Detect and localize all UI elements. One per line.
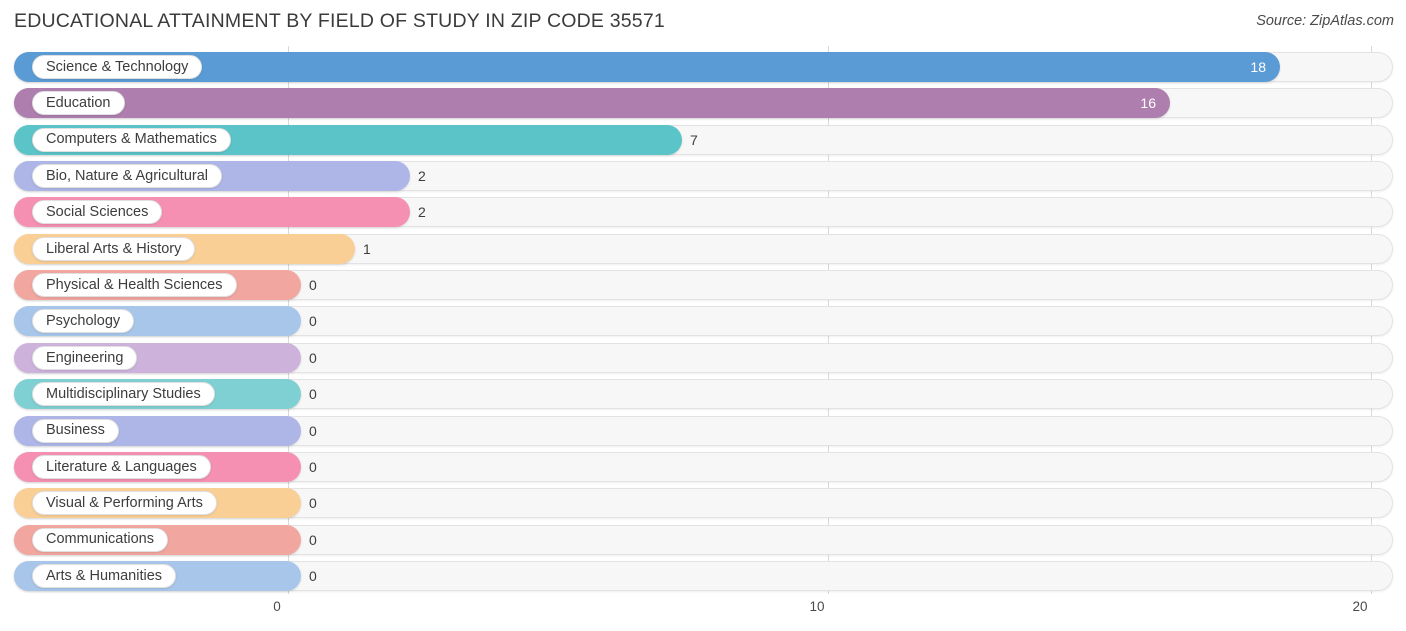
category-label-pill: Communications <box>32 527 168 552</box>
page-title: EDUCATIONAL ATTAINMENT BY FIELD OF STUDY… <box>14 10 665 32</box>
bar-value-label: 0 <box>309 422 317 439</box>
bar-value-label: 0 <box>309 386 317 403</box>
chart-row[interactable]: Computers & Mathematics 7 <box>0 124 1406 155</box>
chart-row[interactable]: Education 16 <box>0 88 1406 119</box>
category-label: Science & Technology <box>46 58 189 75</box>
chart-row[interactable]: Physical & Health Sciences 0 <box>0 270 1406 301</box>
chart-row[interactable]: Psychology 0 <box>0 306 1406 337</box>
chart-row[interactable]: Science & Technology 18 <box>0 52 1406 82</box>
x-axis-tick: 20 <box>1352 599 1368 614</box>
category-label-pill: Arts & Humanities <box>32 563 177 588</box>
category-label: Literature & Languages <box>46 458 197 475</box>
category-label: Communications <box>46 531 154 548</box>
chart-plot-area: Science & Technology 18 Education 16 Compute… <box>0 46 1406 594</box>
category-label-pill: Multidisciplinary Studies <box>32 382 215 407</box>
bar-value-label: 0 <box>309 531 317 548</box>
category-label-pill: Education <box>32 91 125 116</box>
chart-header: EDUCATIONAL ATTAINMENT BY FIELD OF STUDY… <box>0 0 1406 46</box>
value-bar[interactable] <box>14 52 1280 82</box>
category-label: Bio, Nature & Agricultural <box>46 167 208 184</box>
category-label: Visual & Performing Arts <box>46 494 203 511</box>
category-label-pill: Computers & Mathematics <box>32 127 231 152</box>
value-bar[interactable] <box>14 88 1170 119</box>
bar-value-label: 1 <box>363 240 371 257</box>
bar-value-label: 0 <box>309 458 317 475</box>
chart-bar-rows: Science & Technology 18 Education 16 Compute… <box>0 46 1406 594</box>
category-label: Computers & Mathematics <box>46 131 217 148</box>
bar-value-label: 0 <box>309 495 317 512</box>
category-label: Social Sciences <box>46 204 149 221</box>
category-label: Education <box>46 95 111 112</box>
chart-row[interactable]: Literature & Languages 0 <box>0 451 1406 482</box>
chart-row[interactable]: Bio, Nature & Agricultural 2 <box>0 161 1406 192</box>
x-axis-tick: 10 <box>809 599 825 614</box>
category-label-pill: Bio, Nature & Agricultural <box>32 164 222 189</box>
category-label-pill: Psychology <box>32 309 135 334</box>
category-label: Multidisciplinary Studies <box>46 385 201 402</box>
bar-value-label: 0 <box>309 313 317 330</box>
bar-value-label: 0 <box>309 277 317 294</box>
category-label: Physical & Health Sciences <box>46 276 223 293</box>
bar-value-label: 16 <box>1140 95 1156 112</box>
bar-value-label: 0 <box>309 349 317 366</box>
x-axis-tick: 0 <box>273 599 281 614</box>
chart-row[interactable]: Business 0 <box>0 415 1406 446</box>
bar-value-label: 7 <box>690 131 698 148</box>
category-label-pill: Social Sciences <box>32 200 163 225</box>
source-attribution: Source: ZipAtlas.com <box>1256 13 1394 29</box>
bar-value-label: 2 <box>418 168 426 185</box>
x-axis: 0 10 20 <box>0 594 1406 631</box>
category-label: Psychology <box>46 313 121 330</box>
chart-row[interactable]: Visual & Performing Arts 0 <box>0 488 1406 519</box>
category-label-pill: Science & Technology <box>32 55 203 79</box>
chart-row[interactable]: Multidisciplinary Studies 0 <box>0 379 1406 410</box>
chart-page: EDUCATIONAL ATTAINMENT BY FIELD OF STUDY… <box>0 0 1406 631</box>
chart-row[interactable]: Social Sciences 2 <box>0 197 1406 228</box>
chart-row[interactable]: Arts & Humanities 0 <box>0 560 1406 591</box>
chart-row[interactable]: Liberal Arts & History 1 <box>0 233 1406 264</box>
category-label-pill: Engineering <box>32 345 138 370</box>
category-label-pill: Literature & Languages <box>32 454 211 479</box>
category-label-pill: Visual & Performing Arts <box>32 491 217 516</box>
category-label: Business <box>46 422 105 439</box>
category-label-pill: Physical & Health Sciences <box>32 273 237 298</box>
category-label-pill: Liberal Arts & History <box>32 236 196 261</box>
bar-value-label: 0 <box>309 567 317 584</box>
bar-value-label: 2 <box>418 204 426 221</box>
chart-row[interactable]: Communications 0 <box>0 524 1406 555</box>
category-label: Engineering <box>46 349 124 366</box>
category-label: Liberal Arts & History <box>46 240 182 257</box>
category-label: Arts & Humanities <box>46 567 163 584</box>
bar-value-label: 18 <box>1250 59 1266 75</box>
category-label-pill: Business <box>32 418 119 443</box>
chart-row[interactable]: Engineering 0 <box>0 342 1406 373</box>
